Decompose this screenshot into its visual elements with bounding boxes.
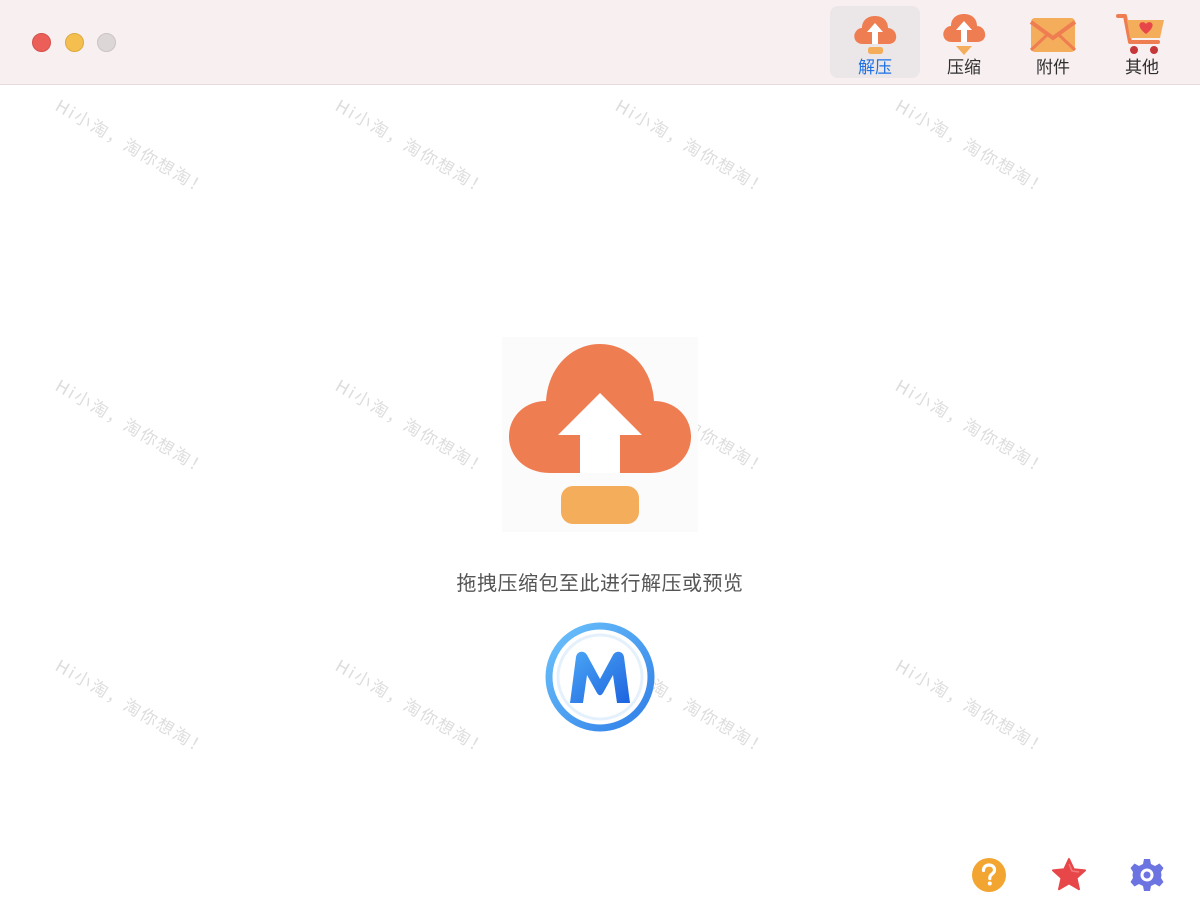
watermark-text: Hi小淘，淘你想淘！ [331, 96, 492, 201]
cloud-upload-icon [854, 16, 897, 54]
watermark-text: Hi小淘，淘你想淘！ [51, 96, 212, 201]
watermark-text: Hi小淘，淘你想淘！ [891, 96, 1052, 201]
tab-extract[interactable]: 解压 [830, 6, 920, 78]
tab-compress[interactable]: 压缩 [919, 6, 1009, 78]
tab-other[interactable]: 其他 [1097, 6, 1187, 78]
cloud-upload-icon [508, 344, 692, 524]
tab-attachment-label: 附件 [1036, 58, 1070, 78]
cloud-download-icon [943, 14, 986, 55]
watermark-text: Hi小淘，淘你想淘！ [51, 656, 212, 761]
drop-zone[interactable] [502, 337, 698, 532]
minimize-window-button[interactable] [65, 33, 84, 52]
envelope-icon [1029, 18, 1077, 52]
app-window: 解压 压缩 附件 其他 Hi小淘，淘你想淘！ Hi小淘，淘你想淘！ Hi小淘，淘… [0, 0, 1200, 905]
settings-gear-button[interactable] [1128, 856, 1166, 894]
favorite-star-button[interactable] [1050, 856, 1088, 894]
watermark-text: Hi小淘，淘你想淘！ [331, 376, 492, 481]
tab-other-label: 其他 [1125, 58, 1159, 78]
watermark-text: Hi小淘，淘你想淘！ [611, 96, 772, 201]
watermark-text: Hi小淘，淘你想淘！ [891, 376, 1052, 481]
zoom-window-button[interactable] [97, 33, 116, 52]
title-bar: 解压 压缩 附件 其他 [0, 0, 1200, 85]
shopping-cart-icon [1116, 14, 1164, 54]
close-window-button[interactable] [32, 33, 51, 52]
tab-compress-label: 压缩 [947, 58, 981, 78]
watermark-text: Hi小淘，淘你想淘！ [51, 376, 212, 481]
m-logo-icon [545, 622, 655, 732]
watermark-text: Hi小淘，淘你想淘！ [891, 656, 1052, 761]
drop-hint-text: 拖拽压缩包至此进行解压或预览 [456, 571, 744, 595]
help-button[interactable] [970, 856, 1008, 894]
tab-extract-label: 解压 [858, 58, 892, 78]
tab-attachment[interactable]: 附件 [1008, 6, 1098, 78]
watermark-text: Hi小淘，淘你想淘！ [331, 656, 492, 761]
